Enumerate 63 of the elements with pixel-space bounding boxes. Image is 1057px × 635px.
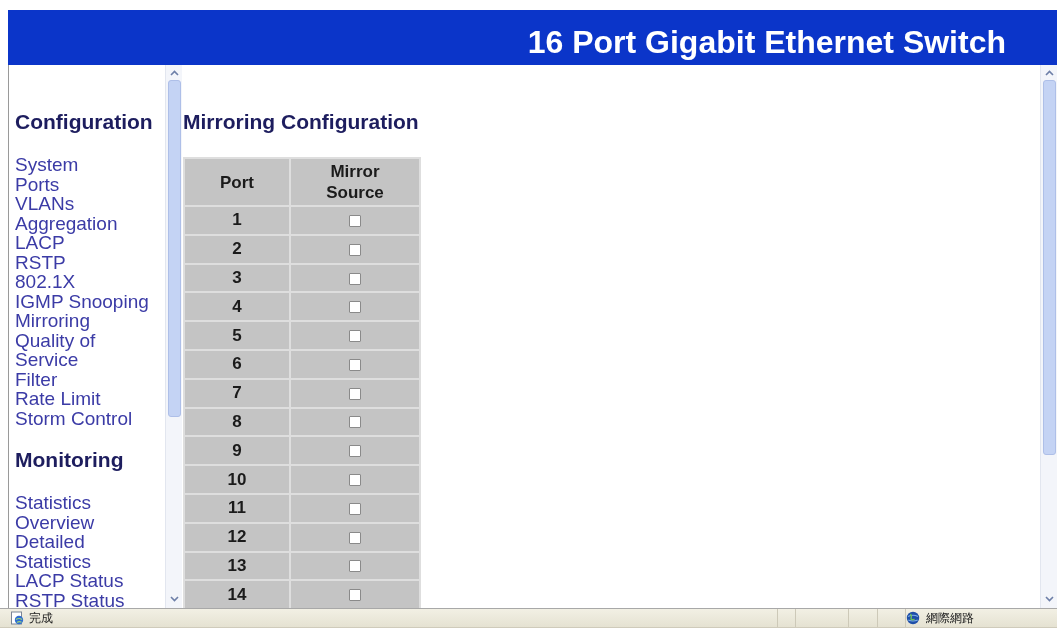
nav-link[interactable]: LACP Status: [15, 571, 124, 591]
status-text: 完成: [29, 611, 53, 625]
nav-heading: Monitoring: [15, 448, 124, 472]
scrollbar-thumb[interactable]: [1042, 80, 1056, 455]
table-cell: 8: [185, 408, 289, 436]
nav-link[interactable]: Mirroring: [15, 311, 90, 331]
nav-link[interactable]: Ports: [15, 174, 60, 194]
nav-link[interactable]: Quality of Service: [15, 330, 157, 370]
nav-link[interactable]: Storm Control: [15, 408, 133, 428]
table-cell: 7: [185, 379, 289, 407]
nav-link[interactable]: IGMP Snooping: [15, 291, 149, 311]
banner-title: 16 Port Gigabit Ethernet Switch: [527, 24, 1006, 60]
page-title: Mirroring Configuration: [183, 110, 419, 134]
chevron-up-icon[interactable]: [169, 70, 179, 76]
chevron-down-icon[interactable]: [169, 596, 179, 602]
column-header: Port: [185, 159, 289, 205]
table-cell: 13: [185, 552, 289, 580]
nav-link[interactable]: Aggregation: [15, 213, 118, 233]
nav-link[interactable]: Detailed Statistics: [15, 532, 157, 571]
checkbox[interactable]: [349, 502, 361, 515]
nav-link[interactable]: RSTP: [15, 252, 66, 272]
table-cell: 6: [185, 351, 289, 378]
scrollbar[interactable]: [1040, 65, 1057, 608]
nav-link[interactable]: Statistics Overview: [15, 493, 157, 532]
nav-link[interactable]: Filter: [15, 369, 58, 389]
nav-heading: Configuration: [15, 110, 153, 134]
table-cell: 12: [185, 523, 289, 551]
globe-icon: [906, 611, 920, 625]
table-cell: 2: [185, 235, 289, 263]
checkbox[interactable]: [349, 589, 361, 602]
table-cell: 9: [185, 437, 289, 465]
checkbox[interactable]: [349, 330, 361, 343]
chevron-up-icon[interactable]: [1044, 70, 1054, 76]
checkbox[interactable]: [349, 531, 361, 544]
checkbox[interactable]: [349, 474, 361, 487]
scrollbar-thumb[interactable]: [167, 80, 181, 417]
checkbox[interactable]: [349, 416, 361, 429]
nav-link[interactable]: RSTP Status: [15, 590, 125, 608]
table-cell: 4: [185, 293, 289, 321]
nav-link[interactable]: LACP: [15, 233, 65, 253]
checkbox[interactable]: [349, 560, 361, 573]
checkbox[interactable]: [349, 387, 361, 400]
column-header: Mirror Source: [291, 159, 419, 205]
checkbox[interactable]: [349, 243, 361, 256]
page-icon: [10, 611, 24, 625]
table-cell: 14: [185, 581, 289, 608]
checkbox[interactable]: [349, 358, 361, 371]
nav-link[interactable]: 802.1X: [15, 272, 76, 292]
checkbox[interactable]: [349, 445, 361, 458]
nav-link[interactable]: VLANs: [15, 194, 75, 214]
checkbox[interactable]: [349, 272, 361, 285]
table-cell: 10: [185, 466, 289, 493]
checkbox[interactable]: [349, 214, 361, 227]
zone-text: 網際網路: [926, 611, 974, 625]
checkbox[interactable]: [349, 301, 361, 314]
table-cell: 5: [185, 322, 289, 349]
nav-link[interactable]: System: [15, 155, 79, 175]
scrollbar[interactable]: [165, 65, 182, 608]
table-cell: 11: [185, 494, 289, 522]
nav-link[interactable]: Rate Limit: [15, 389, 101, 409]
chevron-down-icon[interactable]: [1044, 596, 1054, 602]
table-cell: 1: [185, 207, 289, 234]
table-cell: 3: [185, 264, 289, 292]
